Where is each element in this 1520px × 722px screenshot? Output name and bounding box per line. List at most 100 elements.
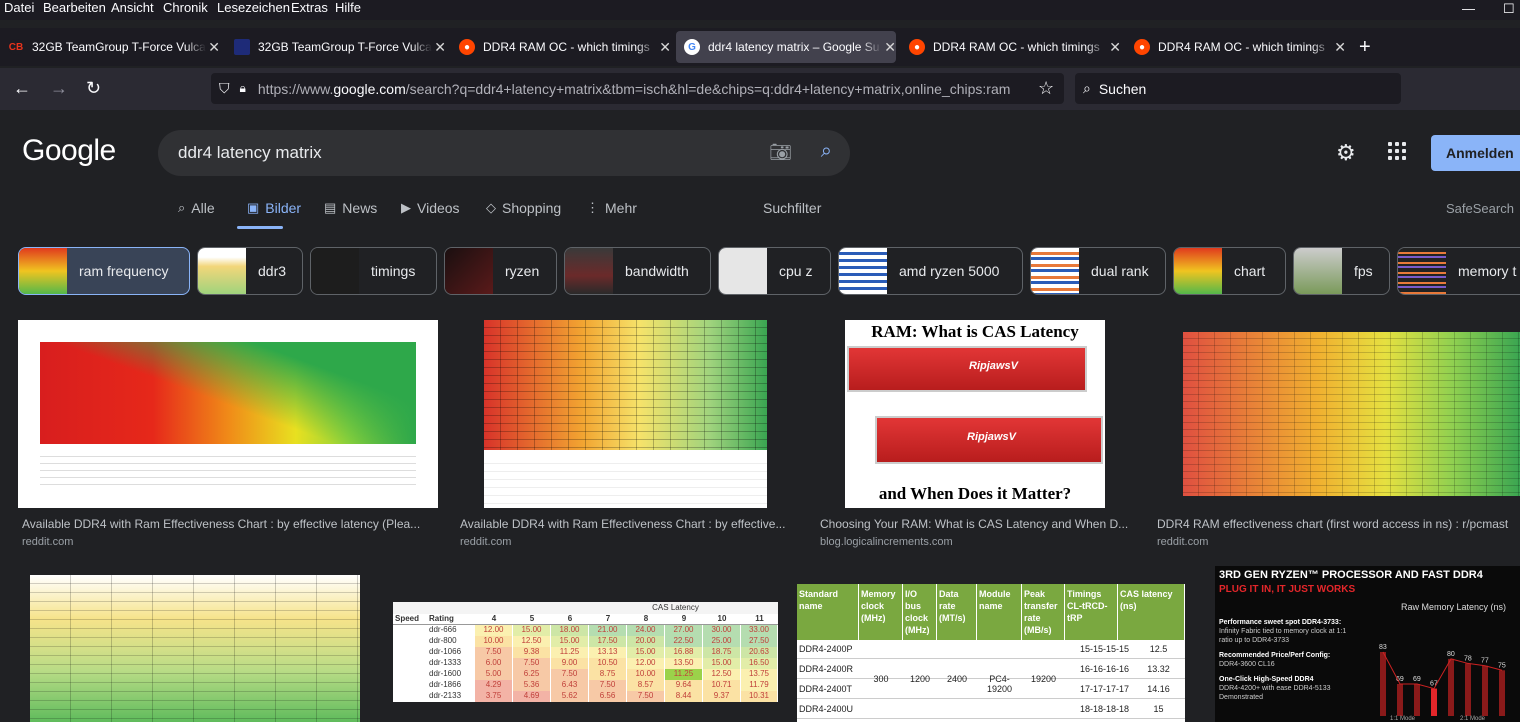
result-caption[interactable]: Available DDR4 with Ram Effectiveness Ch… xyxy=(22,517,434,531)
chip-bandwidth[interactable]: bandwidth xyxy=(564,247,711,295)
result-6-image[interactable]: CAS Latency Speed Rating 4 5 6 7 8 9 10 11 ddr-666… xyxy=(393,602,778,702)
spec-shared-cell: 19200 xyxy=(1030,674,1057,684)
cas-value-cell: 18.00 xyxy=(551,625,589,636)
browser-search-placeholder: Suchen xyxy=(1098,80,1147,97)
result-2[interactable]: Available DDR4 with Ram Effectiveness Ch… xyxy=(456,320,796,548)
browser-tab-6[interactable]: ● DDR4 RAM OC - which timings ✕ xyxy=(1126,31,1346,63)
close-icon[interactable]: ✕ xyxy=(434,39,446,56)
cas-value-cell: 11.25 xyxy=(665,669,703,680)
browser-search-field[interactable]: ⌕ Suchen xyxy=(1075,73,1401,104)
browser-tab-1[interactable]: CB 32GB TeamGroup T-Force Vulcan ✕ xyxy=(0,31,220,63)
chip-memory-t[interactable]: memory t xyxy=(1397,247,1520,295)
back-icon[interactable]: ← xyxy=(13,78,31,99)
cas-rating-cell: ddr-1066 xyxy=(429,647,462,656)
cas-value-cell: 7.50 xyxy=(589,680,627,691)
browser-tab-5[interactable]: ● DDR4 RAM OC - which timings ✕ xyxy=(901,31,1121,63)
lock-icon[interactable]: 🔒︎ xyxy=(240,81,246,96)
ram-brand: RipjawsV xyxy=(969,360,1018,372)
cas-header-cell: 11 xyxy=(741,614,778,625)
spec-name-cell: DDR4-2400R xyxy=(799,664,854,674)
result-caption[interactable]: DDR4 RAM effectiveness chart (first word… xyxy=(1157,517,1520,531)
cas-value-cell: 10.31 xyxy=(741,691,778,702)
tab-title: DDR4 RAM OC - which timings xyxy=(483,40,650,54)
result-5-image[interactable] xyxy=(30,575,360,722)
close-icon[interactable]: ✕ xyxy=(208,39,220,56)
cb-icon: CB xyxy=(8,39,24,55)
chip-timings[interactable]: timings xyxy=(310,247,437,295)
spec-timing-cell: 18-18-18-18 xyxy=(1079,704,1130,714)
forward-icon[interactable]: → xyxy=(50,78,68,99)
apps-grid-icon[interactable] xyxy=(1388,142,1406,160)
tab-shopping[interactable]: ◇ Shopping xyxy=(486,200,561,216)
tab-mehr[interactable]: ⋮ Mehr xyxy=(586,200,637,216)
spec-header-cell: Data rate (MT/s) xyxy=(937,584,977,640)
result-8-image[interactable]: 3RD GEN RYZEN™ PROCESSOR AND FAST DDR4 P… xyxy=(1215,566,1520,722)
cas-value-cell: 13.75 xyxy=(741,669,778,680)
chip-dual-rank[interactable]: dual rank xyxy=(1030,247,1166,295)
menu-ansicht[interactable]: Ansicht xyxy=(111,0,154,15)
suchfilter-button[interactable]: Suchfilter xyxy=(763,200,821,216)
result-caption[interactable]: Available DDR4 with Ram Effectiveness Ch… xyxy=(460,517,796,531)
cas-value-cell: 10.50 xyxy=(589,658,627,669)
chip-label: memory t xyxy=(1458,263,1517,279)
url-bar[interactable]: ⛉ 🔒︎ https://www. google.com/search?q=ddr… xyxy=(211,73,1064,104)
shield-icon[interactable]: ⛉ xyxy=(219,80,230,97)
browser-tab-3[interactable]: ● DDR4 RAM OC - which timings ✕ xyxy=(451,31,671,63)
tab-videos[interactable]: ▶ Videos xyxy=(401,200,460,216)
close-icon[interactable]: ✕ xyxy=(884,39,896,56)
result-7-image[interactable]: Standard name Memory clock (MHz) I/O bus c… xyxy=(797,584,1185,722)
cas-rating-cell: ddr-800 xyxy=(429,636,457,645)
result-image[interactable]: RAM: What is CAS Latency RipjawsV Ripjaw… xyxy=(845,320,1105,508)
chip-cpu-z[interactable]: cpu z xyxy=(718,247,831,295)
result-3[interactable]: RAM: What is CAS Latency RipjawsV Ripjaw… xyxy=(816,320,1136,548)
menu-datei[interactable]: Datei xyxy=(4,0,34,15)
result-image[interactable] xyxy=(484,320,767,508)
result-caption[interactable]: Choosing Your RAM: What is CAS Latency a… xyxy=(820,517,1136,531)
signin-button[interactable]: Anmelden xyxy=(1431,135,1520,171)
result-1[interactable]: Available DDR4 with Ram Effectiveness Ch… xyxy=(18,320,438,548)
tab-bilder[interactable]: ▣ Bilder xyxy=(247,200,301,216)
result-4[interactable]: DDR4 RAM effectiveness chart (first word… xyxy=(1153,320,1520,548)
chip-ram-frequency[interactable]: ram frequency xyxy=(18,247,190,295)
chip-amd-ryzen-5000[interactable]: amd ryzen 5000 xyxy=(838,247,1023,295)
result-image[interactable] xyxy=(18,320,438,508)
safesearch-button[interactable]: SafeSearch▾ xyxy=(1446,200,1520,216)
spec-timing-cell: 15-15-15-15 xyxy=(1079,644,1130,654)
browser-tab-4[interactable]: G ddr4 latency matrix – Google Su ✕ xyxy=(676,31,896,63)
menu-lesezeichen[interactable]: Lesezeichen xyxy=(217,0,290,15)
new-tab-button[interactable]: + xyxy=(1359,36,1371,59)
maximize-button[interactable]: ☐ xyxy=(1503,1,1515,17)
search-query[interactable]: ddr4 latency matrix xyxy=(178,143,322,163)
result-image[interactable] xyxy=(1183,332,1520,496)
google-logo[interactable]: Google xyxy=(22,134,116,168)
camera-icon[interactable]: 📷︎ xyxy=(769,142,792,163)
tab-label: News xyxy=(342,200,378,216)
menu-bearbeiten[interactable]: Bearbeiten xyxy=(43,0,106,15)
cas-table-title: CAS Latency xyxy=(393,602,778,614)
reddit-icon: ● xyxy=(1134,39,1150,55)
spec-shared-cell: 1200 xyxy=(909,674,931,684)
chip-ryzen[interactable]: ryzen xyxy=(444,247,557,295)
browser-tab-2[interactable]: 32GB TeamGroup T-Force Vulcan ✕ xyxy=(226,31,446,63)
menu-chronik[interactable]: Chronik xyxy=(163,0,208,15)
menu-hilfe[interactable]: Hilfe xyxy=(335,0,361,15)
menu-extras[interactable]: Extras xyxy=(291,0,328,15)
tab-news[interactable]: ▤ News xyxy=(324,200,377,216)
search-icon[interactable]: ⌕ xyxy=(821,140,832,163)
chip-chart[interactable]: chart xyxy=(1173,247,1286,295)
minimize-button[interactable]: — xyxy=(1462,1,1475,16)
cas-value-cell: 6.43 xyxy=(551,680,589,691)
tab-alle[interactable]: ⌕ Alle xyxy=(178,200,215,216)
chip-ddr3[interactable]: ddr3 xyxy=(197,247,303,295)
chip-fps[interactable]: fps xyxy=(1293,247,1390,295)
close-icon[interactable]: ✕ xyxy=(1334,39,1346,56)
cas-value-cell: 12.50 xyxy=(513,636,551,647)
reddit-icon: ● xyxy=(909,39,925,55)
tab-label: Shopping xyxy=(502,200,562,216)
close-icon[interactable]: ✕ xyxy=(659,39,671,56)
settings-gear-icon[interactable]: ⚙ xyxy=(1336,140,1356,166)
close-icon[interactable]: ✕ xyxy=(1109,39,1121,56)
google-search-box[interactable]: ddr4 latency matrix 📷︎ ⌕ xyxy=(158,130,850,176)
bookmark-star-icon[interactable]: ☆ xyxy=(1038,78,1054,99)
reload-icon[interactable]: ↻ xyxy=(86,78,101,99)
